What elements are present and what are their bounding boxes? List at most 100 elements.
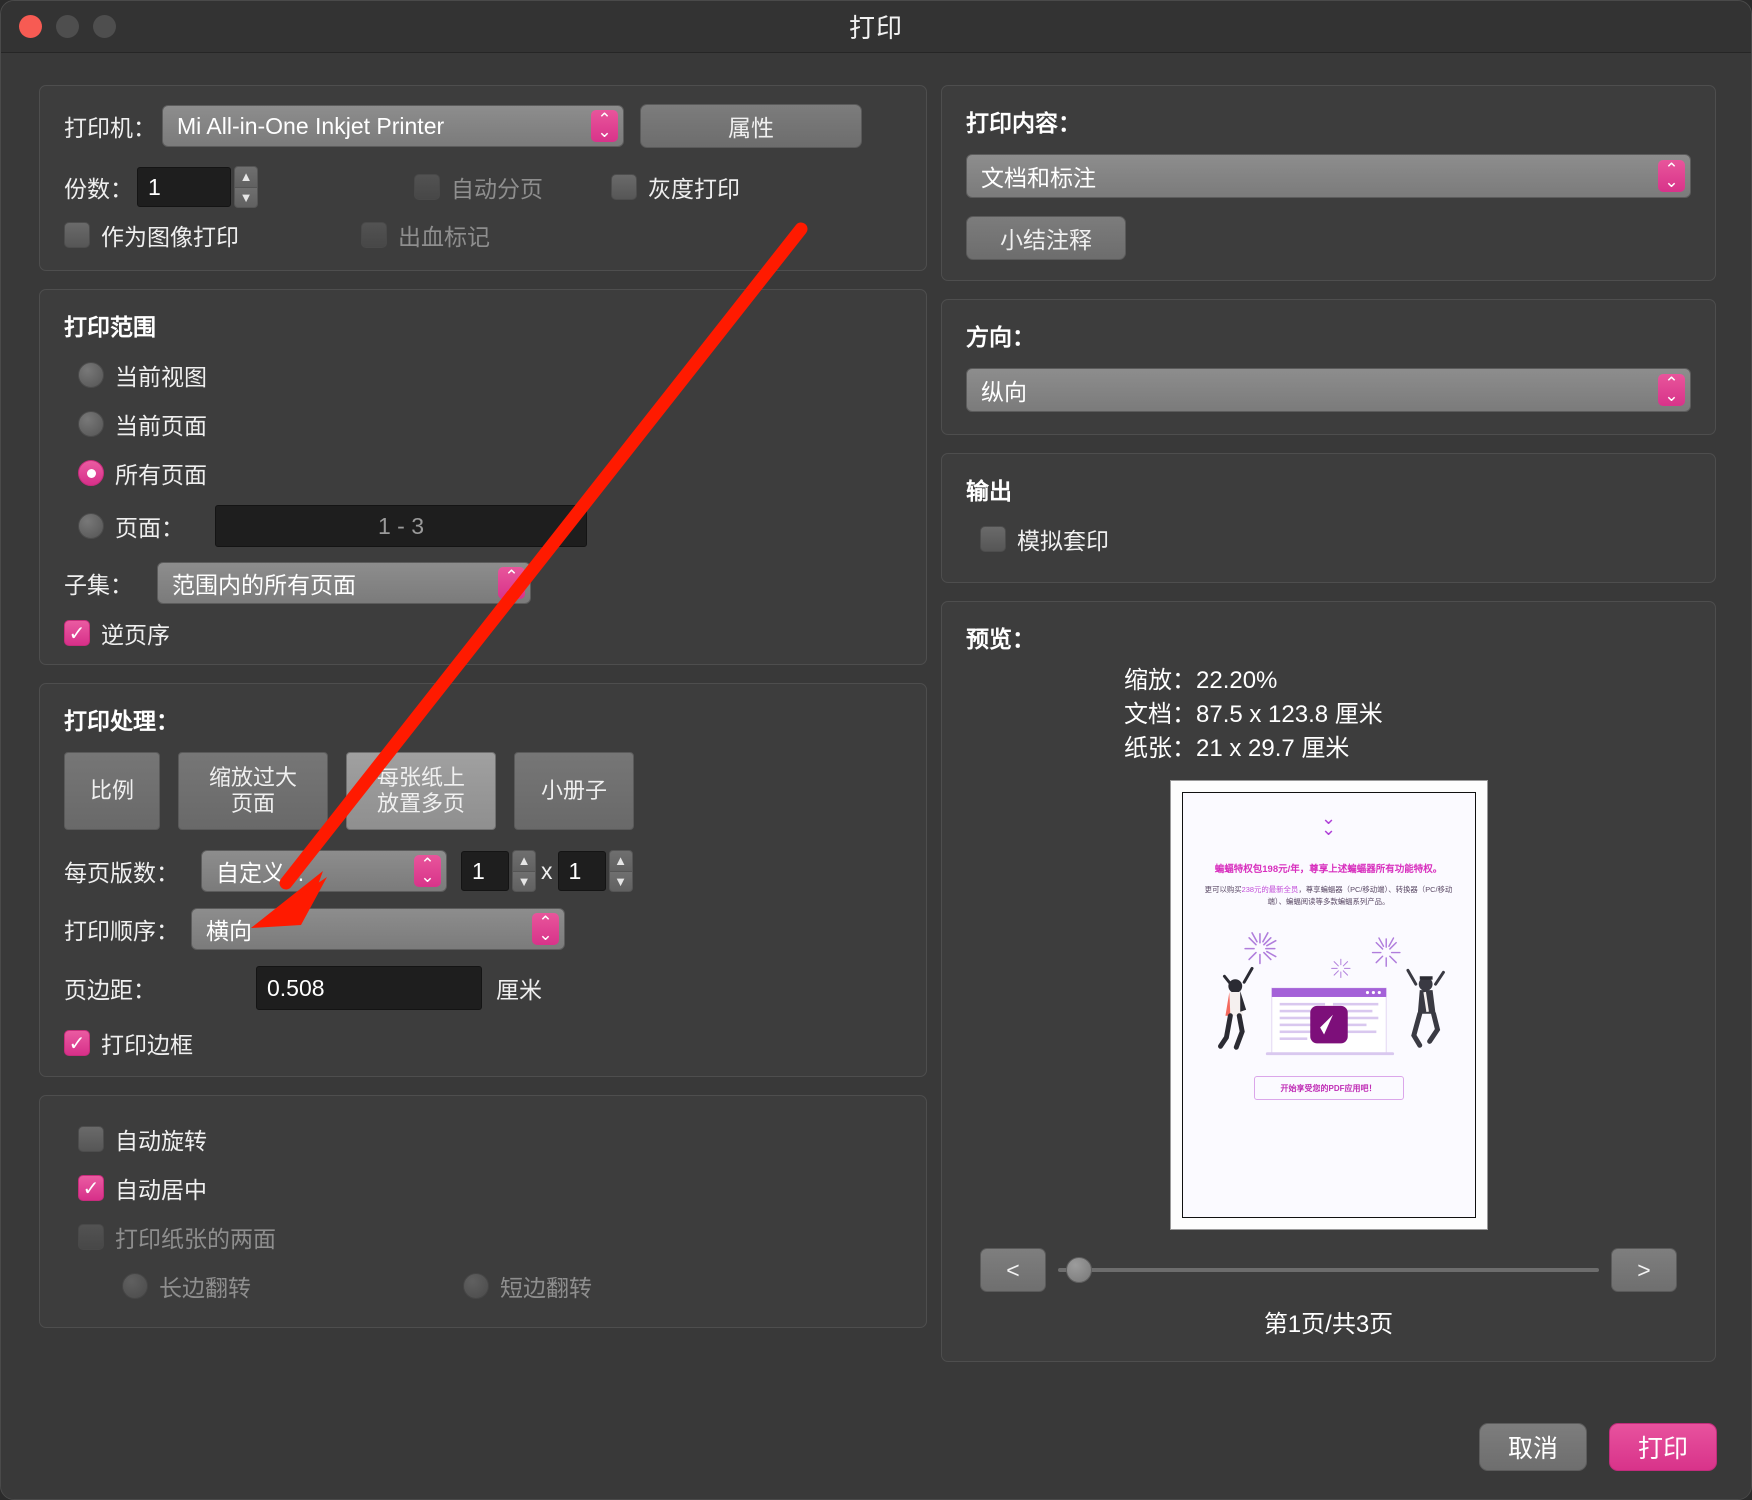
printer-properties-button[interactable]: 属性	[640, 104, 862, 148]
range-option-current-page[interactable]: 当前页面	[78, 407, 902, 441]
dialog-body: 打印机： Mi All-in-One Inkjet Printer ⌃⌄ 属性 …	[1, 53, 1751, 1499]
print-as-image-option[interactable]: 作为图像打印	[64, 218, 239, 252]
columns-stepper-up-icon[interactable]: ▲	[512, 850, 536, 872]
flip-short-edge-option[interactable]: 短边翻转	[463, 1269, 592, 1303]
print-content-select[interactable]: 文档和标注 ⌃⌄	[966, 154, 1691, 198]
orientation-title: 方向：	[966, 318, 1691, 352]
columns-input[interactable]: 1	[461, 851, 509, 891]
flip-long-edge-radio[interactable]	[122, 1273, 148, 1299]
mode-shrink-oversized-button[interactable]: 缩放过大 页面	[178, 752, 328, 830]
flip-short-edge-label: 短边翻转	[500, 1269, 592, 1303]
rows-stepper[interactable]: ▲ ▼	[609, 850, 633, 892]
radio-all-pages[interactable]	[78, 460, 104, 486]
bleed-marks-checkbox[interactable]	[361, 222, 387, 248]
reverse-order-checkbox[interactable]: ✓	[64, 620, 90, 646]
collate-option[interactable]: 自动分页	[414, 170, 543, 204]
mode-multiple-per-sheet-button[interactable]: 每张纸上 放置多页	[346, 752, 496, 830]
range-label-pages: 页面：	[115, 509, 184, 543]
page-title: 打印	[1, 8, 1751, 45]
preview-cta-label: 开始享受您的PDF应用吧！	[1281, 1083, 1377, 1094]
auto-center-option[interactable]: ✓ 自动居中	[78, 1171, 902, 1205]
chevron-double-down-icon: ⌄⌄	[1183, 813, 1475, 835]
printer-properties-label: 属性	[728, 109, 774, 143]
print-border-option[interactable]: ✓ 打印边框	[64, 1026, 902, 1060]
copies-stepper-up-icon[interactable]: ▲	[234, 166, 258, 188]
reverse-order-option[interactable]: ✓ 逆页序	[64, 616, 902, 650]
auto-center-checkbox[interactable]: ✓	[78, 1175, 104, 1201]
margin-unit-label: 厘米	[496, 971, 542, 1005]
cancel-button[interactable]: 取消	[1479, 1423, 1587, 1471]
print-handling-group: 打印处理： 比例 缩放过大 页面 每张纸上 放置多页 小册子	[39, 683, 927, 1077]
auto-rotate-checkbox[interactable]	[78, 1126, 104, 1152]
bleed-marks-option[interactable]: 出血标记	[361, 218, 490, 252]
subset-select[interactable]: 范围内的所有页面 ⌃⌄	[157, 562, 531, 604]
page-order-select[interactable]: 横向 ⌃⌄	[191, 908, 565, 950]
preview-cta-button: 开始享受您的PDF应用吧！	[1254, 1076, 1404, 1100]
bleed-marks-label: 出血标记	[398, 218, 490, 252]
preview-prev-button[interactable]: <	[980, 1248, 1046, 1292]
copies-stepper-down-icon[interactable]: ▼	[234, 188, 258, 209]
copies-stepper[interactable]: ▲ ▼	[234, 166, 258, 208]
grayscale-label: 灰度打印	[648, 170, 740, 204]
preview-next-button[interactable]: >	[1611, 1248, 1677, 1292]
chevron-updown-icon: ⌃⌄	[498, 567, 525, 599]
range-option-current-view[interactable]: 当前视图	[78, 358, 902, 392]
print-as-image-checkbox[interactable]	[64, 222, 90, 248]
radio-current-view[interactable]	[78, 362, 104, 388]
copies-value: 1	[148, 174, 161, 201]
radio-current-page[interactable]	[78, 411, 104, 437]
left-column: 打印机： Mi All-in-One Inkjet Printer ⌃⌄ 属性 …	[39, 85, 927, 1346]
simulate-overprint-option[interactable]: 模拟套印	[980, 522, 1691, 556]
preview-page-slider[interactable]	[1058, 1248, 1599, 1292]
copies-label: 份数：	[64, 170, 133, 204]
range-option-all-pages[interactable]: 所有页面	[78, 456, 902, 490]
collate-checkbox[interactable]	[414, 174, 440, 200]
rows-stepper-down-icon[interactable]: ▼	[609, 872, 633, 893]
rows-input[interactable]: 1	[558, 851, 606, 891]
duplex-option[interactable]: 打印纸张的两面	[78, 1220, 902, 1254]
duplex-label: 打印纸张的两面	[115, 1220, 276, 1254]
output-group: 输出 模拟套印	[941, 453, 1716, 583]
duplex-checkbox[interactable]	[78, 1224, 104, 1250]
mode-scale-label: 比例	[90, 778, 134, 804]
cancel-label: 取消	[1508, 1429, 1558, 1465]
preview-illustration	[1183, 920, 1475, 1070]
pages-per-sheet-select[interactable]: 自定义... ⌃⌄	[201, 850, 447, 892]
page-preview-content: ⌄⌄ 蝙蝠特权包198元/年，尊享上述蝙蝠器所有功能特权。 更可以购买238元的…	[1182, 792, 1476, 1218]
columns-stepper-down-icon[interactable]: ▼	[512, 872, 536, 893]
rows-stepper-up-icon[interactable]: ▲	[609, 850, 633, 872]
misc-options-group: 自动旋转 ✓ 自动居中 打印纸张的两面 长边翻转	[39, 1095, 927, 1328]
output-title: 输出	[966, 472, 1691, 506]
rows-value: 1	[569, 858, 582, 885]
print-border-label: 打印边框	[101, 1026, 193, 1060]
pages-range-input[interactable]: 1 - 3	[215, 505, 587, 547]
print-range-group: 打印范围 当前视图 当前页面 所有页面 页面： 1 - 3	[39, 289, 927, 665]
page-preview-thumbnail[interactable]: ⌄⌄ 蝙蝠特权包198元/年，尊享上述蝙蝠器所有功能特权。 更可以购买238元的…	[1170, 780, 1488, 1230]
simulate-overprint-checkbox[interactable]	[980, 526, 1006, 552]
preview-navigation: < >	[966, 1248, 1691, 1292]
flip-short-edge-radio[interactable]	[463, 1273, 489, 1299]
printer-select[interactable]: Mi All-in-One Inkjet Printer ⌃⌄	[162, 105, 624, 147]
print-content-group: 打印内容： 文档和标注 ⌃⌄ 小结注释	[941, 85, 1716, 281]
preview-next-label: >	[1637, 1257, 1650, 1284]
summarize-comments-button[interactable]: 小结注释	[966, 216, 1126, 260]
print-range-title: 打印范围	[64, 308, 902, 342]
flip-long-edge-option[interactable]: 长边翻转	[122, 1269, 251, 1303]
collate-label: 自动分页	[451, 170, 543, 204]
radio-pages[interactable]	[78, 513, 104, 539]
preview-slider-knob[interactable]	[1066, 1257, 1092, 1283]
grayscale-option[interactable]: 灰度打印	[611, 170, 740, 204]
mode-booklet-button[interactable]: 小册子	[514, 752, 634, 830]
columns-stepper[interactable]: ▲ ▼	[512, 850, 536, 892]
print-button[interactable]: 打印	[1609, 1423, 1717, 1471]
mode-scale-button[interactable]: 比例	[64, 752, 160, 830]
chevron-updown-icon: ⌃⌄	[1658, 374, 1685, 406]
print-border-checkbox[interactable]: ✓	[64, 1030, 90, 1056]
auto-rotate-option[interactable]: 自动旋转	[78, 1122, 902, 1156]
copies-input[interactable]: 1	[137, 167, 231, 207]
grayscale-checkbox[interactable]	[611, 174, 637, 200]
orientation-select[interactable]: 纵向 ⌃⌄	[966, 368, 1691, 412]
range-option-pages[interactable]: 页面： 1 - 3	[78, 505, 902, 547]
margin-input[interactable]: 0.508	[256, 966, 482, 1010]
mode-booklet-label: 小册子	[541, 778, 607, 804]
